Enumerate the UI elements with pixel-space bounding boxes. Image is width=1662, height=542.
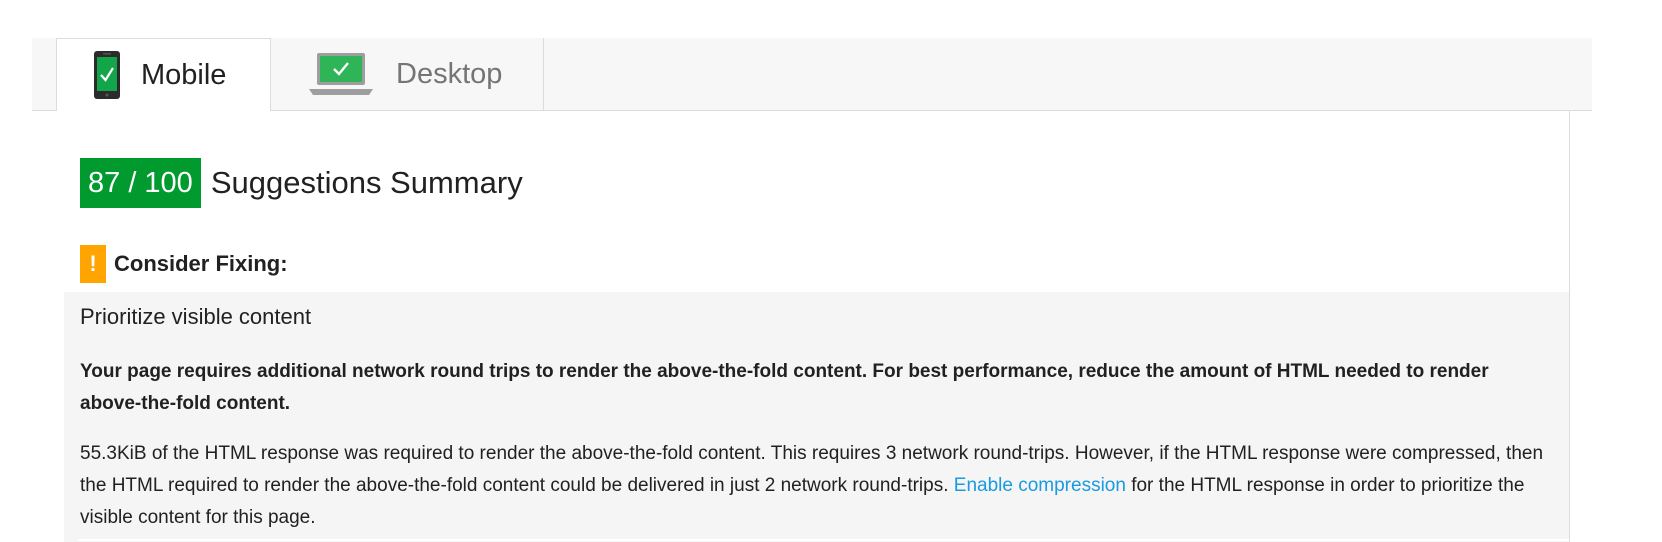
page-title: Suggestions Summary	[210, 165, 523, 200]
rule-summary: Your page requires additional network ro…	[80, 361, 1489, 414]
score-badge: 87 / 100	[80, 158, 201, 208]
laptop-check-icon	[309, 53, 373, 95]
enable-compression-link[interactable]: Enable compression	[954, 475, 1126, 496]
device-tab-bar: Mobile Desktop	[32, 38, 1592, 111]
rule-detail: 55.3KiB of the HTML response was require…	[80, 438, 1555, 534]
tab-desktop-label: Desktop	[396, 57, 503, 90]
consider-fixing-header: ! Consider Fixing:	[80, 245, 288, 283]
mobile-phone-check-icon	[94, 51, 120, 99]
tab-mobile[interactable]: Mobile	[56, 38, 271, 111]
warning-icon: !	[80, 245, 106, 283]
results-panel: 87 / 100 Suggestions Summary ! Consider …	[64, 111, 1570, 542]
rule-block: Prioritize visible content Your page req…	[64, 292, 1569, 542]
section-label: Consider Fixing:	[114, 251, 288, 276]
tab-mobile-label: Mobile	[141, 58, 227, 91]
rule-title[interactable]: Prioritize visible content	[80, 304, 311, 330]
divider	[78, 539, 1569, 541]
score-header: 87 / 100 Suggestions Summary	[80, 158, 523, 208]
tab-desktop[interactable]: Desktop	[272, 38, 544, 110]
